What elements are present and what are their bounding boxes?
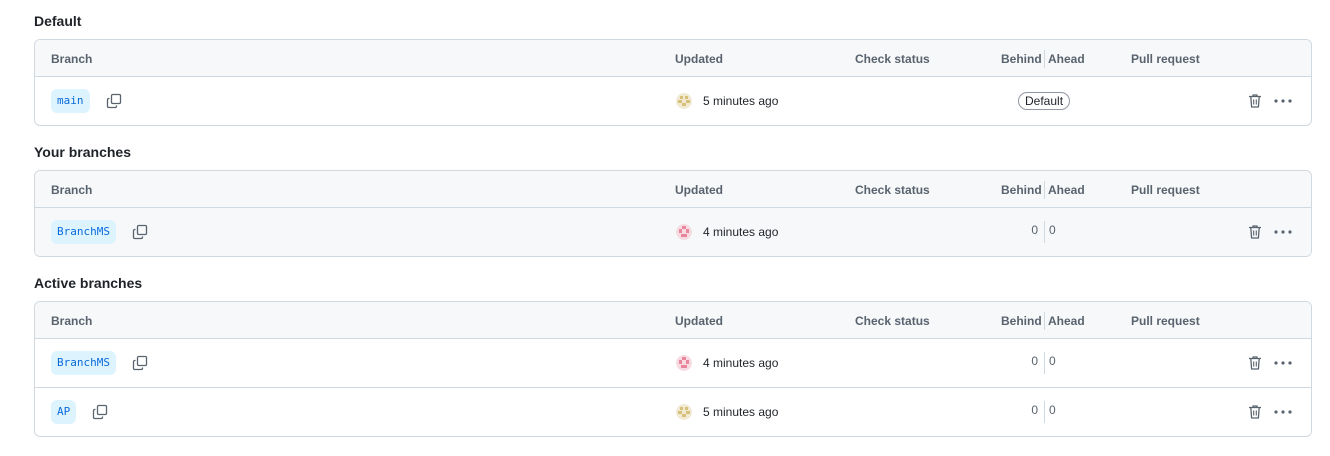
copy-icon: [132, 355, 148, 371]
header-updated: Updated: [675, 52, 723, 66]
header-updated: Updated: [675, 183, 723, 197]
divider: [1044, 181, 1045, 199]
avatar[interactable]: [676, 355, 692, 371]
table-header: Branch Updated Check status Behind Ahead…: [35, 40, 1311, 77]
updated-time: 5 minutes ago: [703, 405, 779, 419]
more-options-button[interactable]: [1272, 402, 1294, 422]
delete-branch-button[interactable]: [1246, 222, 1264, 242]
header-behind: Behind: [1001, 52, 1042, 66]
copy-icon: [106, 93, 122, 109]
header-behind: Behind: [1001, 183, 1042, 197]
header-check-status: Check status: [855, 52, 930, 66]
table-row: AP 5 minutes ago 0 0: [35, 387, 1311, 436]
avatar[interactable]: [676, 224, 692, 240]
trash-icon: [1249, 225, 1261, 239]
kebab-horizontal-icon: [1274, 410, 1292, 414]
kebab-horizontal-icon: [1274, 230, 1292, 234]
updated-time: 4 minutes ago: [703, 356, 779, 370]
divider: [1044, 221, 1045, 243]
copy-branch-button[interactable]: [89, 401, 111, 423]
header-ahead: Ahead: [1048, 52, 1085, 66]
section-title-default: Default: [34, 13, 82, 29]
copy-branch-button[interactable]: [103, 90, 125, 112]
avatar-identicon-icon: [676, 93, 692, 109]
delete-branch-button[interactable]: [1246, 91, 1264, 111]
default-badge: Default: [1018, 92, 1071, 110]
divider: [1044, 352, 1045, 374]
header-branch: Branch: [51, 314, 93, 328]
trash-icon: [1249, 94, 1261, 108]
more-options-button[interactable]: [1272, 222, 1294, 242]
header-pull-request: Pull request: [1131, 183, 1200, 197]
kebab-horizontal-icon: [1274, 361, 1292, 365]
table-row: BranchMS 4 minutes ago 0 0: [35, 339, 1311, 387]
default-branches-table: Branch Updated Check status Behind Ahead…: [34, 39, 1312, 126]
avatar-identicon-icon: [676, 224, 692, 240]
table-header: Branch Updated Check status Behind Ahead…: [35, 302, 1311, 339]
table-header: Branch Updated Check status Behind Ahead…: [35, 171, 1311, 208]
divider: [1044, 312, 1045, 330]
avatar[interactable]: [676, 404, 692, 420]
your-branches-table: Branch Updated Check status Behind Ahead…: [34, 170, 1312, 257]
avatar[interactable]: [676, 93, 692, 109]
divider: [1044, 401, 1045, 423]
copy-branch-button[interactable]: [129, 221, 151, 243]
branch-link[interactable]: main: [51, 89, 90, 113]
trash-icon: [1249, 405, 1261, 419]
behind-count: 0: [1031, 223, 1038, 237]
avatar-identicon-icon: [676, 355, 692, 371]
ahead-count: 0: [1049, 403, 1056, 417]
header-check-status: Check status: [855, 314, 930, 328]
header-pull-request: Pull request: [1131, 314, 1200, 328]
header-updated: Updated: [675, 314, 723, 328]
branch-link[interactable]: BranchMS: [51, 220, 116, 244]
trash-icon: [1249, 356, 1261, 370]
copy-branch-button[interactable]: [129, 352, 151, 374]
delete-branch-button[interactable]: [1246, 402, 1264, 422]
behind-count: 0: [1031, 403, 1038, 417]
section-title-your-branches: Your branches: [34, 144, 131, 160]
header-branch: Branch: [51, 52, 93, 66]
behind-count: 0: [1031, 354, 1038, 368]
branch-link[interactable]: AP: [51, 400, 77, 424]
updated-time: 5 minutes ago: [703, 94, 779, 108]
kebab-horizontal-icon: [1274, 99, 1292, 103]
ahead-count: 0: [1049, 223, 1056, 237]
more-options-button[interactable]: [1272, 91, 1294, 111]
table-row: BranchMS 4 minutes ago 0 0: [35, 208, 1311, 256]
more-options-button[interactable]: [1272, 353, 1294, 373]
avatar-identicon-icon: [676, 404, 692, 420]
header-ahead: Ahead: [1048, 314, 1085, 328]
header-behind: Behind: [1001, 314, 1042, 328]
header-check-status: Check status: [855, 183, 930, 197]
section-title-active-branches: Active branches: [34, 275, 143, 291]
header-ahead: Ahead: [1048, 183, 1085, 197]
copy-icon: [92, 404, 108, 420]
updated-time: 4 minutes ago: [703, 225, 779, 239]
header-branch: Branch: [51, 183, 93, 197]
table-row: main 5 minutes ago Default: [35, 77, 1311, 125]
delete-branch-button[interactable]: [1246, 353, 1264, 373]
copy-icon: [132, 224, 148, 240]
header-pull-request: Pull request: [1131, 52, 1200, 66]
ahead-count: 0: [1049, 354, 1056, 368]
divider: [1044, 50, 1045, 68]
branch-link[interactable]: BranchMS: [51, 351, 116, 375]
active-branches-table: Branch Updated Check status Behind Ahead…: [34, 301, 1312, 437]
